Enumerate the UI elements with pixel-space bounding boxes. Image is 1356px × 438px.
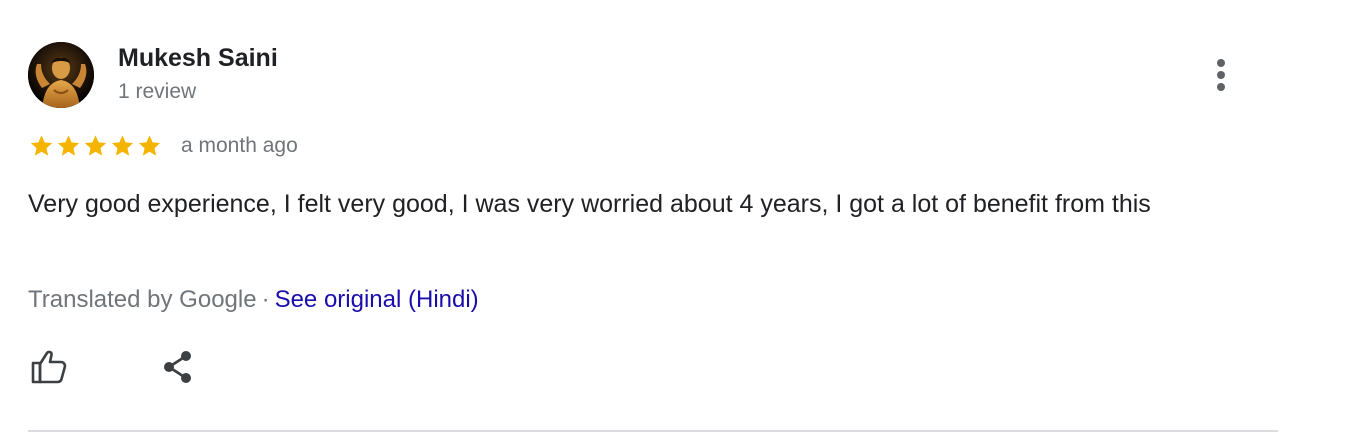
see-original-link[interactable]: See original (Hindi) (275, 286, 479, 313)
user-avatar-photo (28, 42, 94, 108)
avatar[interactable] (28, 42, 94, 108)
star-icon (57, 135, 80, 156)
review-card: Mukesh Saini 1 review a month ago Very g… (0, 0, 1356, 438)
divider (28, 430, 1278, 432)
separator-dot: · (261, 286, 270, 313)
star-icon (30, 135, 53, 156)
author-review-count[interactable]: 1 review (118, 78, 196, 106)
author-name[interactable]: Mukesh Saini (118, 42, 278, 74)
share-icon (164, 351, 191, 383)
thumbs-up-icon (31, 350, 67, 384)
review-time: a month ago (181, 134, 298, 157)
star-rating (28, 130, 163, 162)
star-icon (138, 135, 161, 156)
star-icon (84, 135, 107, 156)
rating-row: a month ago (28, 130, 298, 162)
translated-by-label: Translated by Google (28, 286, 257, 313)
like-button[interactable] (28, 346, 70, 388)
share-button[interactable] (156, 346, 198, 388)
more-vert-icon (1217, 59, 1225, 91)
review-text: Very good experience, I felt very good, … (28, 190, 1151, 218)
star-icon (111, 135, 134, 156)
translation-info: Translated by Google · See original (Hindi… (28, 282, 479, 318)
more-options-button[interactable] (1200, 52, 1242, 98)
